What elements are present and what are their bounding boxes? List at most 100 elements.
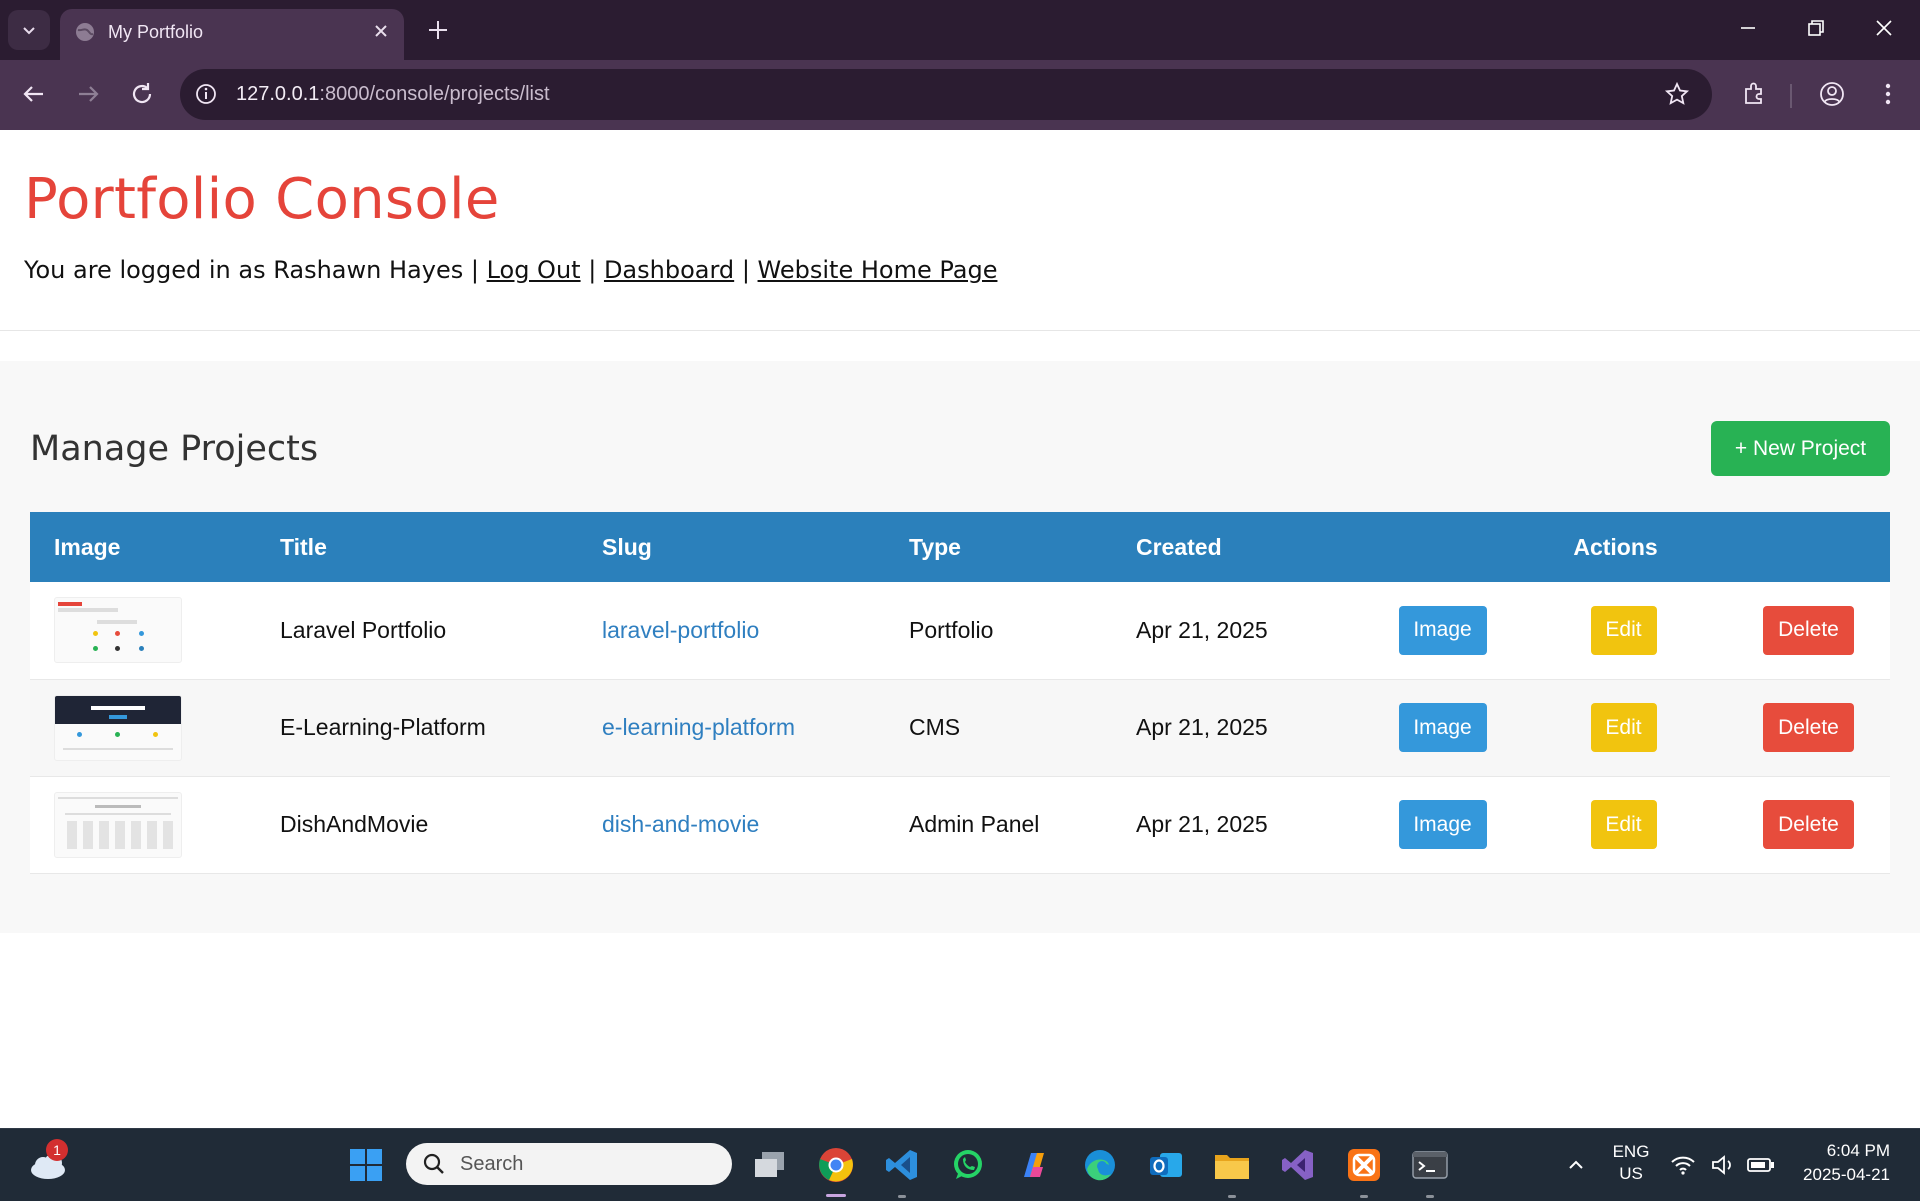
xampp-icon[interactable]	[1342, 1143, 1386, 1187]
terminal-icon[interactable]	[1408, 1143, 1452, 1187]
image-cell	[30, 679, 256, 776]
taskbar-search-box[interactable]: Search	[406, 1143, 732, 1185]
separator: |	[741, 256, 750, 284]
globe-icon	[74, 21, 96, 48]
projects-table: Image Title Slug Type Created Actions La…	[30, 512, 1890, 874]
project-thumbnail	[54, 694, 182, 761]
column-header: Type	[909, 533, 961, 560]
delete-button[interactable]: Delete	[1763, 605, 1854, 655]
website-home-link[interactable]: Website Home Page	[758, 256, 998, 284]
action-cell: Delete	[1703, 582, 1890, 679]
vscode-icon[interactable]	[880, 1143, 924, 1187]
windows-start-icon[interactable]	[344, 1143, 388, 1187]
column-header: Image	[54, 533, 121, 560]
clock-date: 2025-04-21	[1803, 1165, 1890, 1184]
restore-icon[interactable]	[1804, 16, 1828, 45]
minimize-icon[interactable]	[1736, 16, 1760, 45]
close-icon[interactable]	[372, 22, 390, 45]
site-info-icon[interactable]	[194, 82, 218, 111]
project-title: E-Learning-Platform	[280, 714, 486, 740]
visual-studio-icon[interactable]	[1276, 1143, 1320, 1187]
project-title: DishAndMovie	[280, 811, 429, 837]
notification-badge: 1	[46, 1139, 68, 1161]
project-created: Apr 21, 2025	[1136, 714, 1268, 740]
action-cell: Edit	[1520, 679, 1703, 776]
reload-icon[interactable]	[128, 80, 156, 113]
page-header: Portfolio Console You are logged in as R…	[0, 131, 1920, 331]
running-app-indicator	[1360, 1195, 1368, 1198]
login-status-line: You are logged in as Rashawn Hayes | Log…	[24, 256, 997, 284]
task-view-icon[interactable]	[748, 1143, 792, 1187]
header-divider	[0, 330, 1920, 331]
action-cell: Edit	[1520, 582, 1703, 679]
logout-link[interactable]: Log Out	[487, 256, 581, 284]
running-app-indicator	[1228, 1195, 1236, 1198]
action-cell: Delete	[1703, 679, 1890, 776]
clock-time: 6:04 PM	[1826, 1141, 1890, 1160]
language-code: ENG	[1612, 1142, 1650, 1161]
battery-icon[interactable]	[1746, 1143, 1776, 1187]
image-button[interactable]: Image	[1398, 800, 1487, 849]
column-header: Actions	[1573, 533, 1658, 560]
section-title: Manage Projects	[30, 429, 319, 469]
toolbar-divider	[1790, 84, 1792, 108]
input-language-indicator[interactable]: ENG US	[1604, 1141, 1658, 1185]
tab-search-button[interactable]	[8, 10, 50, 50]
project-type: CMS	[909, 714, 961, 740]
wifi-icon[interactable]	[1668, 1143, 1698, 1187]
image-cell	[30, 582, 256, 679]
url-path: :8000/console/projects/list	[319, 83, 550, 105]
edit-button[interactable]: Edit	[1590, 703, 1657, 752]
delete-button[interactable]: Delete	[1763, 703, 1854, 752]
profile-icon[interactable]	[1818, 80, 1846, 113]
forward-arrow-icon[interactable]	[74, 80, 102, 113]
volume-icon[interactable]	[1708, 1143, 1738, 1187]
edit-button[interactable]: Edit	[1590, 605, 1657, 655]
url-text: 127.0.0.1:8000/console/projects/list	[236, 83, 550, 106]
project-type: Admin Panel	[909, 811, 1040, 837]
url-host: 127.0.0.1	[236, 83, 320, 105]
project-created: Apr 21, 2025	[1136, 811, 1268, 837]
dashboard-link[interactable]: Dashboard	[604, 256, 734, 284]
copilot-icon[interactable]	[1012, 1143, 1056, 1187]
window-close-icon[interactable]	[1872, 16, 1896, 45]
action-cell: Image	[1341, 776, 1520, 873]
bookmark-star-icon[interactable]	[1664, 81, 1690, 112]
edit-button[interactable]: Edit	[1590, 800, 1657, 849]
more-menu-icon[interactable]	[1874, 80, 1902, 113]
windows-taskbar: 1 Search ENG US 6:04 PM 2025-04-21	[0, 1128, 1920, 1201]
image-cell	[30, 776, 256, 873]
site-title: Portfolio Console	[24, 167, 500, 232]
action-cell: Image	[1341, 679, 1520, 776]
chrome-icon[interactable]	[814, 1143, 858, 1187]
new-project-button[interactable]: + New Project	[1711, 421, 1890, 476]
action-cell: Image	[1341, 582, 1520, 679]
delete-button[interactable]: Delete	[1763, 800, 1854, 849]
browser-toolbar: 127.0.0.1:8000/console/projects/list	[0, 60, 1920, 130]
project-slug: e-learning-platform	[602, 714, 796, 740]
active-tab[interactable]: My Portfolio	[60, 9, 404, 60]
running-app-indicator	[898, 1195, 906, 1198]
extensions-puzzle-icon[interactable]	[1740, 80, 1768, 113]
project-created: Apr 21, 2025	[1136, 616, 1268, 643]
table-row: Laravel Portfolio laravel-portfolio Port…	[30, 582, 1890, 679]
active-app-indicator	[826, 1194, 846, 1197]
whatsapp-icon[interactable]	[946, 1143, 990, 1187]
column-header: Slug	[602, 533, 652, 560]
new-tab-plus-icon[interactable]	[424, 16, 452, 49]
show-hidden-icons-chevron-icon[interactable]	[1554, 1143, 1598, 1187]
search-icon	[422, 1152, 446, 1181]
browser-tab-strip: My Portfolio	[0, 0, 1920, 60]
file-explorer-icon[interactable]	[1210, 1143, 1254, 1187]
image-button[interactable]: Image	[1398, 703, 1487, 752]
outlook-icon[interactable]	[1144, 1143, 1188, 1187]
table-header-row: Image Title Slug Type Created Actions	[30, 512, 1890, 582]
project-thumbnail	[54, 791, 182, 858]
project-title: Laravel Portfolio	[280, 616, 447, 643]
address-bar[interactable]: 127.0.0.1:8000/console/projects/list	[180, 69, 1712, 120]
system-clock[interactable]: 6:04 PM 2025-04-21	[1790, 1139, 1890, 1187]
image-button[interactable]: Image	[1398, 605, 1487, 655]
back-arrow-icon[interactable]	[20, 80, 48, 113]
project-slug: laravel-portfolio	[602, 616, 760, 643]
edge-icon[interactable]	[1078, 1143, 1122, 1187]
